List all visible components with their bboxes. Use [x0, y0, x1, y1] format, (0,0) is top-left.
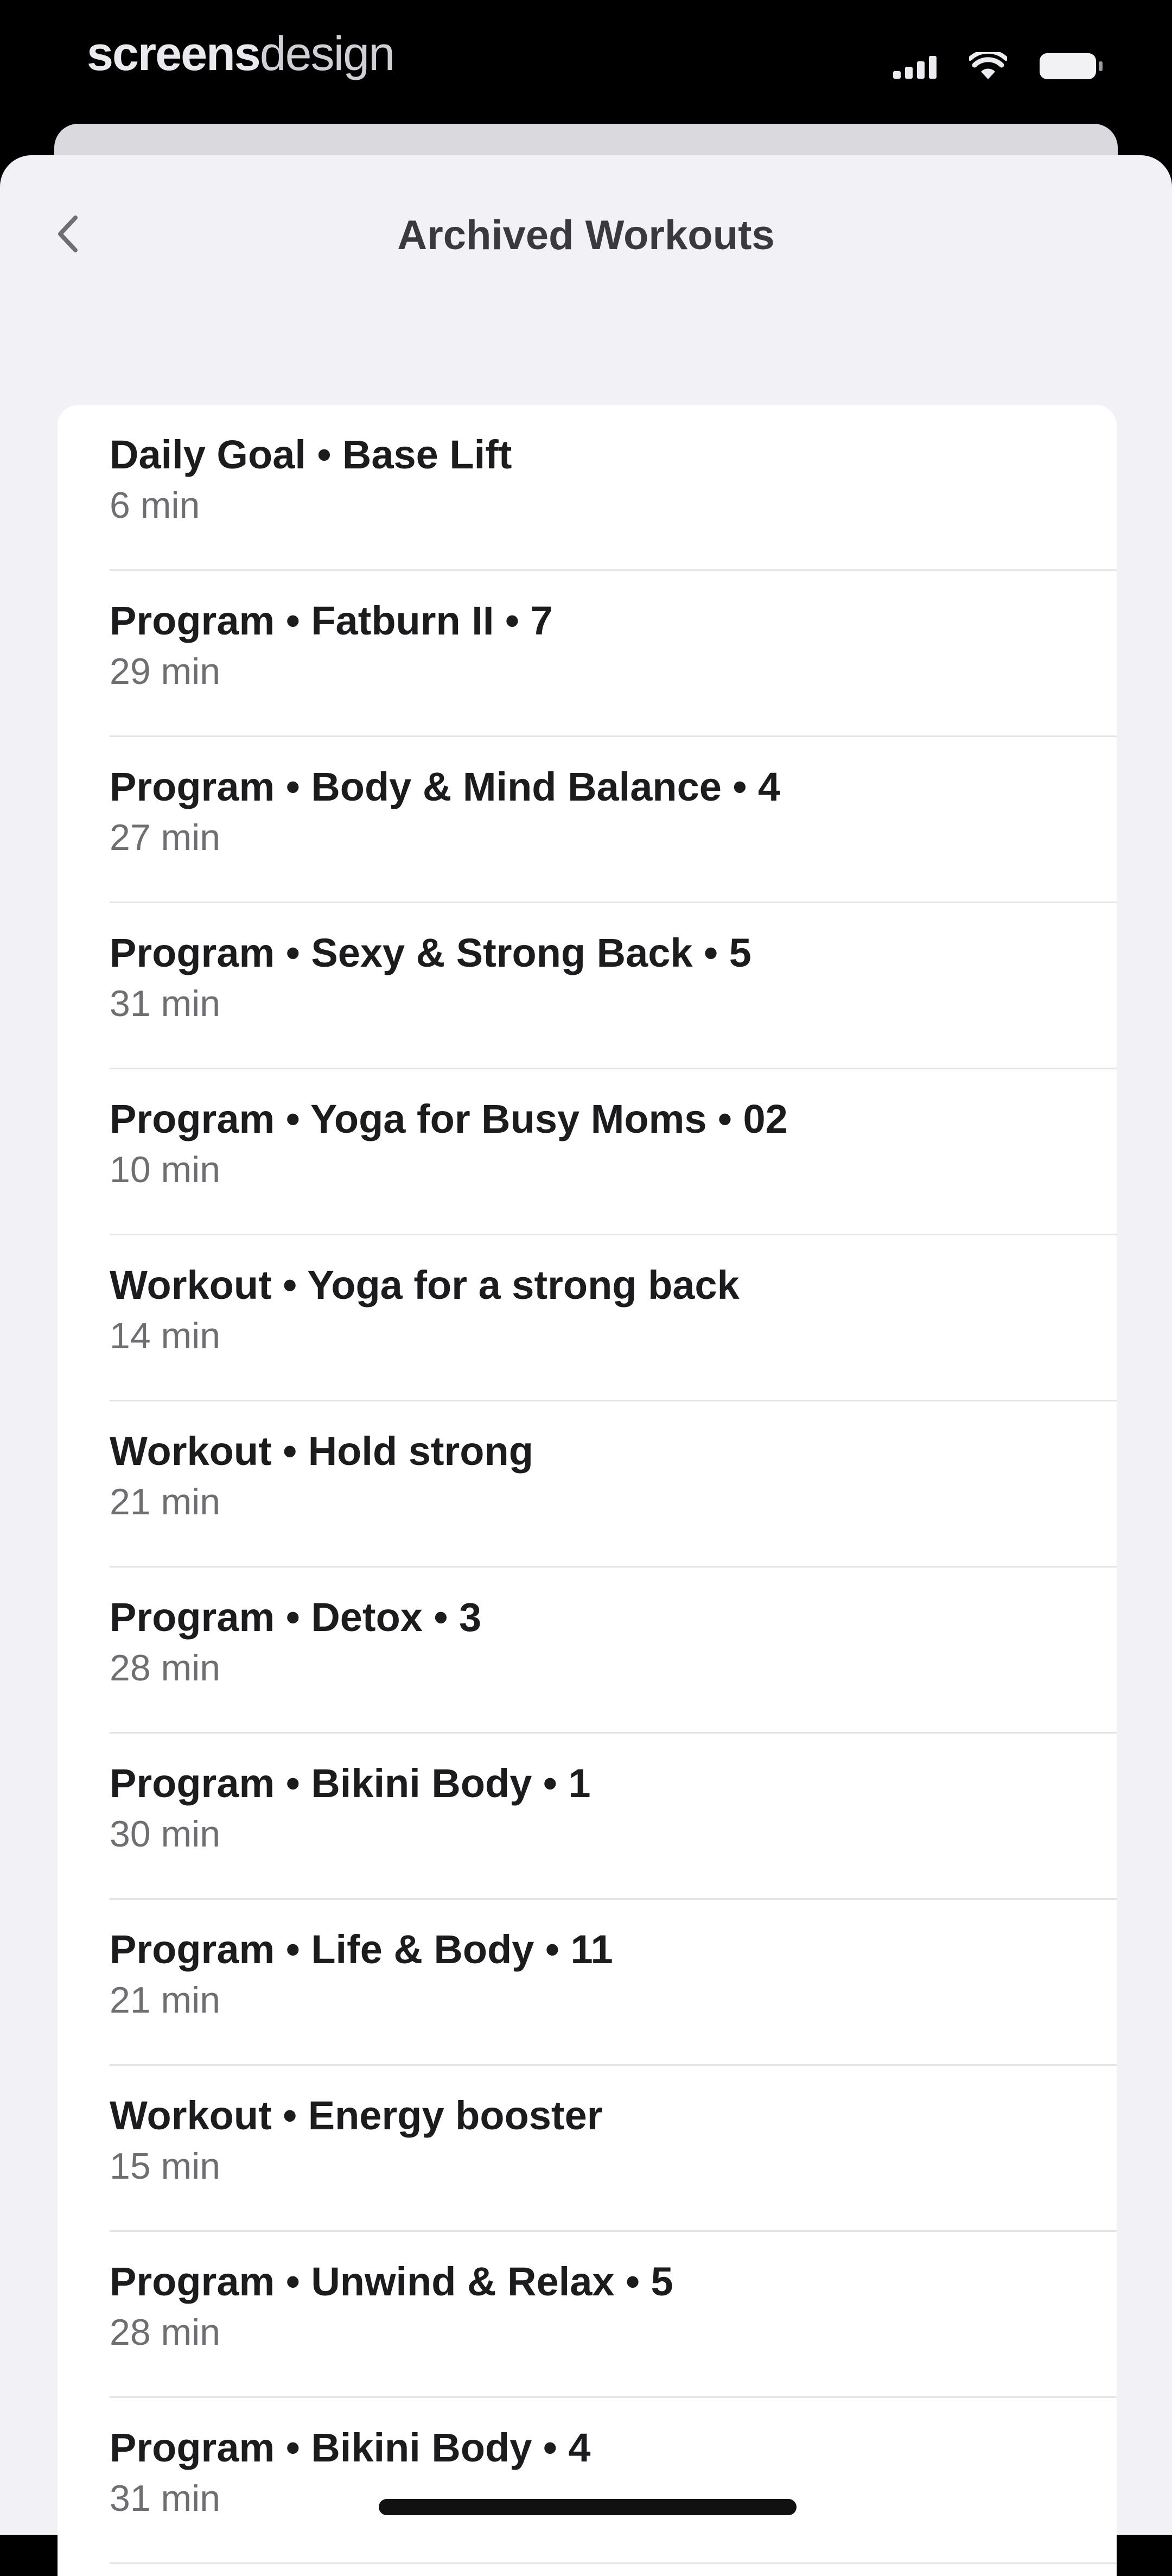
- workout-title: Program • Fatburn II • 7: [110, 598, 553, 643]
- workout-duration: 31 min: [110, 983, 221, 1024]
- cellular-signal-icon: [893, 54, 937, 79]
- brand-text-light: design: [259, 27, 395, 80]
- workout-row[interactable]: Program • Unwind & Relax • 5 28 min: [58, 2232, 1117, 2398]
- status-bar: screensdesign: [0, 0, 1172, 125]
- workout-row[interactable]: Program • Fatburn II • 7 29 min: [58, 571, 1117, 737]
- workout-row[interactable]: Daily Goal • Base Lift 6 min: [58, 405, 1117, 571]
- workout-title: Program • Bikini Body • 1: [110, 1761, 591, 1806]
- workout-duration: 28 min: [110, 2312, 221, 2353]
- workout-title: Daily Goal • Base Lift: [110, 432, 512, 477]
- brand-watermark: screensdesign: [87, 24, 395, 84]
- workout-title: Workout • Hold strong: [110, 1429, 533, 1474]
- workout-list: Daily Goal • Base Lift 6 min Program • Fat…: [58, 405, 1117, 2576]
- page-title: Archived Workouts: [397, 212, 775, 258]
- workout-duration: 15 min: [110, 2146, 221, 2187]
- workout-row[interactable]: Workout • Energy booster 15 min: [58, 2066, 1117, 2232]
- workout-title: Program • Body & Mind Balance • 4: [110, 764, 781, 809]
- workout-title: Program • Unwind & Relax • 5: [110, 2259, 673, 2304]
- brand-text-bold: screens: [87, 27, 261, 80]
- workout-row[interactable]: Program • Bikini Body • 4 31 min: [58, 2398, 1117, 2564]
- workout-duration: 21 min: [110, 1481, 221, 1522]
- workout-row[interactable]: Program • Life & Body • 11 21 min: [58, 1900, 1117, 2066]
- home-indicator[interactable]: [379, 2499, 797, 2515]
- workout-row[interactable]: Program • Yoga for Busy Moms • 02 10 min: [58, 1069, 1117, 1235]
- status-icons: [893, 50, 1103, 83]
- workout-duration: 10 min: [110, 1149, 221, 1190]
- row-divider: [110, 2562, 1117, 2564]
- workout-title: Program • Bikini Body • 4: [110, 2425, 591, 2470]
- workout-row[interactable]: Program • Body & Mind Balance • 4 27 min: [58, 737, 1117, 903]
- workout-duration: 29 min: [110, 651, 221, 692]
- workout-title: Program • Yoga for Busy Moms • 02: [110, 1096, 788, 1141]
- battery-icon: [1040, 53, 1103, 79]
- workout-duration: 27 min: [110, 817, 221, 858]
- workout-row[interactable]: Workout • Hold strong 21 min: [58, 1401, 1117, 1568]
- workout-duration: 30 min: [110, 1813, 221, 1855]
- workout-row[interactable]: Workout • Yoga for a strong back 14 min: [58, 1235, 1117, 1401]
- workout-duration: 21 min: [110, 1979, 221, 2021]
- navigation-bar: Archived Workouts: [0, 155, 1172, 313]
- workout-duration: 6 min: [110, 485, 200, 526]
- workout-title: Workout • Energy booster: [110, 2093, 603, 2138]
- archived-workouts-sheet: Archived Workouts Daily Goal • Base Lift…: [0, 155, 1172, 2576]
- workout-duration: 28 min: [110, 1647, 221, 1689]
- workout-row[interactable]: Program • Bikini Body • 1 30 min: [58, 1734, 1117, 1900]
- workout-row[interactable]: Program • Detox • 3 28 min: [58, 1568, 1117, 1734]
- workout-title: Program • Detox • 3: [110, 1595, 482, 1640]
- workout-duration: 14 min: [110, 1315, 221, 1356]
- workout-title: Program • Life & Body • 11: [110, 1927, 613, 1972]
- workout-duration: 31 min: [110, 2478, 221, 2519]
- workout-title: Workout • Yoga for a strong back: [110, 1262, 740, 1308]
- workout-row[interactable]: Program • Sexy & Strong Back • 5 31 min: [58, 903, 1117, 1069]
- wifi-icon: [969, 52, 1007, 79]
- workout-title: Program • Sexy & Strong Back • 5: [110, 930, 751, 975]
